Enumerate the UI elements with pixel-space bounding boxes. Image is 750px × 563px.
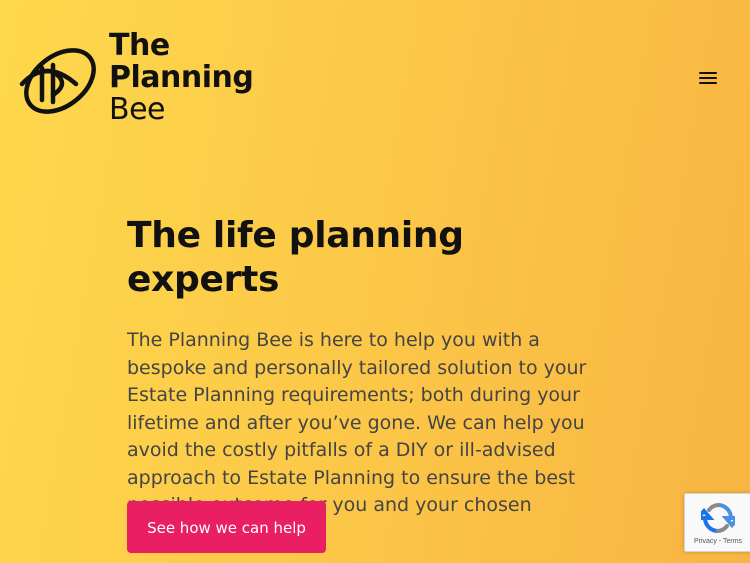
logo-line-bee: Bee: [109, 92, 166, 127]
site-logo[interactable]: The Planning Bee: [18, 30, 254, 130]
hero-title: The life planning experts: [127, 215, 464, 300]
hamburger-menu-icon[interactable]: [694, 66, 722, 90]
logo-line-the: The: [109, 28, 170, 63]
recaptcha-links[interactable]: Privacy - Terms: [685, 537, 750, 546]
logo-text: The Planning Bee: [109, 28, 254, 127]
hero-section: The life planning experts The Planning B…: [127, 214, 627, 547]
see-how-we-can-help-button[interactable]: See how we can help: [127, 501, 326, 553]
bee-logo-icon: [19, 48, 96, 114]
recaptcha-icon: [701, 503, 735, 533]
logo-line-planning: Planning: [109, 60, 254, 95]
recaptcha-badge[interactable]: Privacy - Terms: [684, 493, 750, 552]
